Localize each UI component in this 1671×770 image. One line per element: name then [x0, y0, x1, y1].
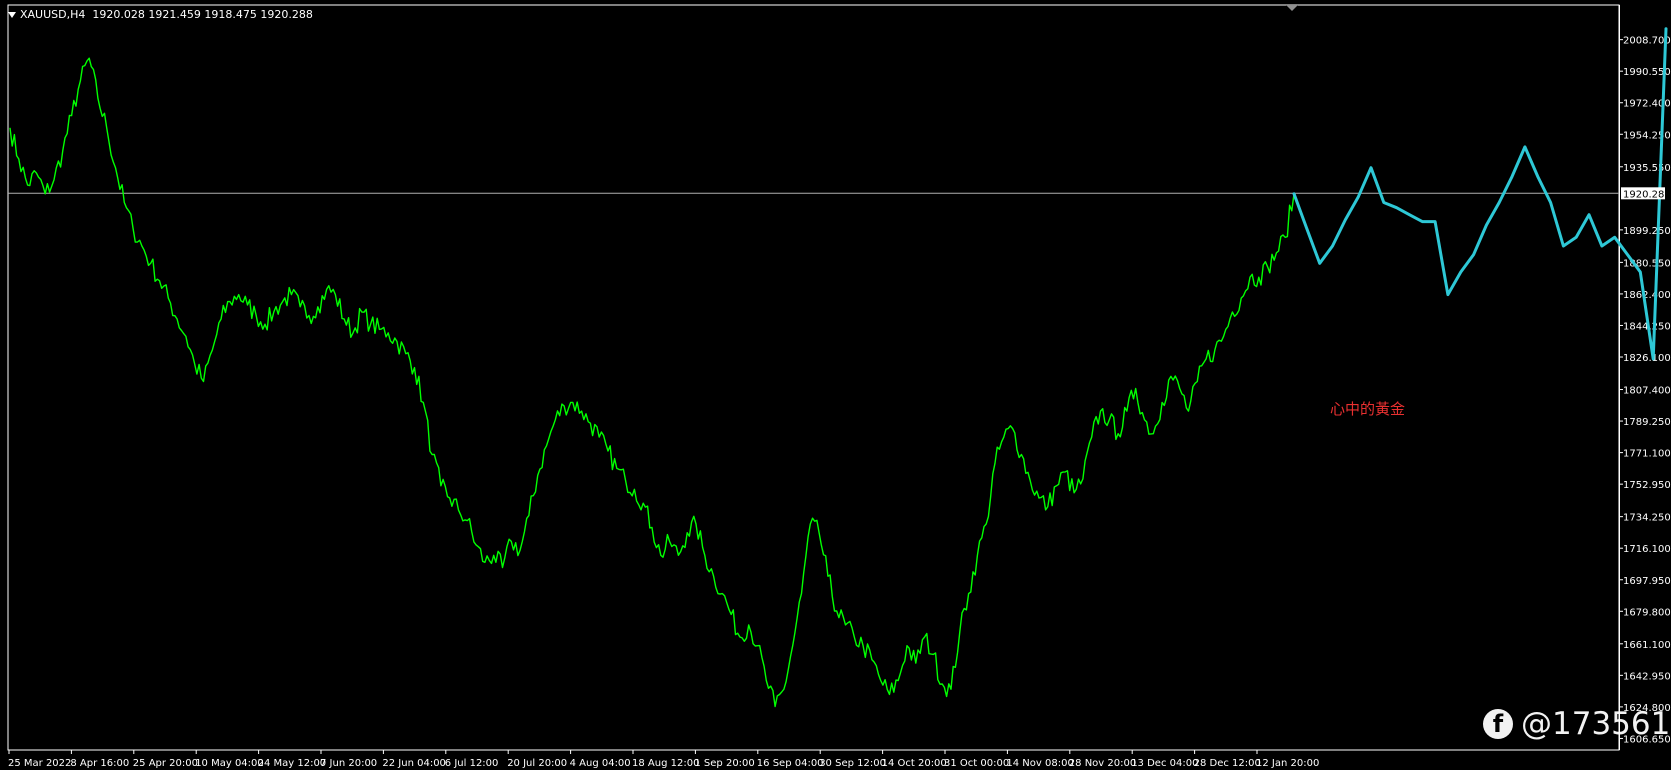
shift-marker-icon[interactable] [1286, 5, 1298, 11]
y-tick-label: 1771.100 [1623, 449, 1671, 460]
x-tick-label: 4 Aug 04:00 [570, 758, 631, 769]
symbol-header: XAUUSD,H4 1920.028 1921.459 1918.475 192… [8, 8, 313, 21]
y-tick-label: 1789.250 [1623, 417, 1671, 428]
right-axis-line [1619, 5, 1620, 750]
current-price-tag: 1920.288 [1621, 187, 1671, 200]
x-tick-label: 28 Nov 20:00 [1069, 758, 1136, 769]
watermark: f @1735618 [1483, 706, 1671, 742]
y-tick-label: 1752.950 [1623, 480, 1671, 491]
x-tick-label: 1 Sep 20:00 [694, 758, 754, 769]
x-tick-label: 14 Nov 08:00 [1006, 758, 1073, 769]
dropdown-triangle-icon[interactable] [8, 12, 16, 18]
symbol-label: XAUUSD,H4 [20, 8, 86, 21]
y-tick-label: 1862.400 [1623, 290, 1671, 301]
history-series-line [9, 57, 1295, 708]
x-tick-label: 14 Oct 20:00 [882, 758, 947, 769]
x-axis: 25 Mar 20228 Apr 16:00 25 Apr 20:0010 May… [8, 750, 1319, 769]
y-tick-label: 1716.100 [1623, 544, 1671, 555]
chart-annotation-text: 心中的黃金 [1330, 400, 1406, 418]
x-tick-label: 13 Dec 04:00 [1131, 758, 1198, 769]
y-tick-label: 1642.950 [1623, 671, 1671, 682]
y-tick-label: 1661.100 [1623, 640, 1671, 651]
x-tick-label: 10 May 04:00 [195, 758, 264, 769]
x-tick-label: 8 Apr 16:00 [70, 758, 129, 769]
y-tick-label: 1734.250 [1623, 513, 1671, 524]
x-tick-label: 28 Dec 12:00 [1194, 758, 1261, 769]
x-tick-label: 25 Mar 2022 [8, 758, 71, 769]
ohlc-values: 1920.028 1921.459 1918.475 1920.288 [92, 8, 313, 21]
x-tick-label: 24 May 12:00 [258, 758, 327, 769]
x-tick-label: 16 Sep 04:00 [757, 758, 824, 769]
x-tick-label: 31 Oct 00:00 [944, 758, 1009, 769]
x-tick-label: 20 Jul 20:00 [507, 758, 567, 769]
x-tick-label: 7 Jun 20:00 [320, 758, 377, 769]
price-chart[interactable]: 2008.7001990.5501972.4001954.2501935.550… [0, 0, 1671, 770]
y-tick-label: 1935.550 [1623, 163, 1671, 174]
x-tick-label: 22 Jun 04:00 [382, 758, 446, 769]
chart-frame: 2008.700 1990.550 1972.400 1954.250 1935.550… [0, 0, 1671, 770]
y-tick-label: 1899.250 [1623, 226, 1671, 237]
x-tick-label: 30 Sep 12:00 [819, 758, 886, 769]
y-tick-label: 1807.400 [1623, 386, 1671, 397]
y-tick-label: 2008.700 [1623, 36, 1671, 47]
plot-border [7, 4, 1620, 751]
x-tick-label: 12 Jan 20:00 [1256, 758, 1319, 769]
x-tick-label: 6 Jul 12:00 [445, 758, 499, 769]
watermark-handle: @1735618 [1521, 706, 1671, 742]
x-tick-label: 18 Aug 12:00 [632, 758, 699, 769]
y-tick-label: 1679.800 [1623, 607, 1671, 618]
current-price-tag-text: 1920.288 [1623, 189, 1671, 200]
y-tick-label: 1954.250 [1623, 130, 1671, 141]
y-tick-label: 1826.100 [1623, 353, 1671, 364]
y-tick-label: 1697.950 [1623, 576, 1671, 587]
x-tick-label: 25 Apr 20:00 [133, 758, 198, 769]
facebook-icon: f [1483, 709, 1513, 739]
